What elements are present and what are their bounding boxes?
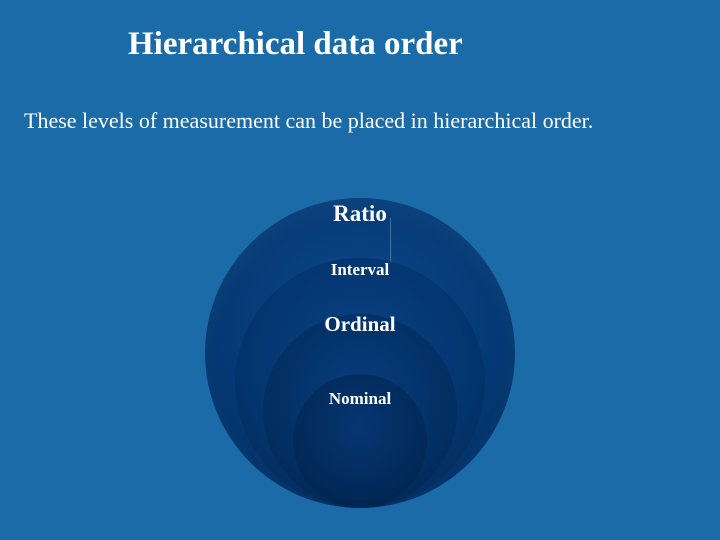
page-subtitle: These levels of measurement can be place… <box>24 108 593 134</box>
level-ordinal-label: Ordinal <box>324 312 395 337</box>
level-interval-label: Interval <box>331 260 390 280</box>
hierarchy-diagram: Ratio Interval Ordinal Nominal <box>0 160 720 530</box>
level-nominal-label: Nominal <box>329 389 391 409</box>
level-ratio-label: Ratio <box>333 201 387 227</box>
page-title: Hierarchical data order <box>128 26 463 63</box>
